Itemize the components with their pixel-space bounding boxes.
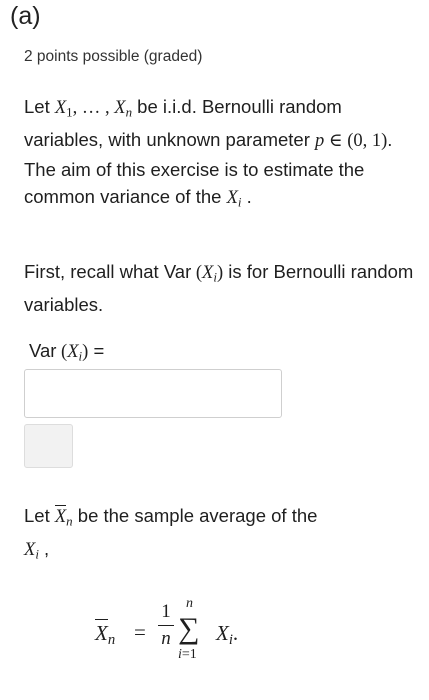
- formula-preview-box: [24, 424, 73, 468]
- sample-average-formula: Xn = 1 n n ∑ i=1 Xi.: [90, 596, 290, 680]
- variance-answer-input[interactable]: [24, 369, 282, 418]
- problem-heading: (a): [10, 2, 41, 30]
- problem-intro: Let X1, … , Xn be i.i.d. Bernoulli rando…: [24, 96, 393, 210]
- variance-question-label: Var (Xi) =: [29, 340, 105, 364]
- sum-lower-limit: i=1: [178, 647, 197, 662]
- sample-average-text: Let Xn be the sample average of the Xi ,: [24, 505, 318, 562]
- formula-equals: =: [134, 620, 146, 644]
- points-possible: 2 points possible (graded): [24, 48, 203, 65]
- sigma-symbol: ∑: [178, 612, 200, 645]
- formula-fraction: 1 n: [158, 600, 174, 651]
- formula-summand: Xi.: [216, 621, 239, 649]
- formula-lhs: Xn: [95, 619, 116, 649]
- sum-upper-limit: n: [186, 596, 193, 611]
- recall-instruction: First, recall what Var (Xi) is for Berno…: [24, 261, 414, 316]
